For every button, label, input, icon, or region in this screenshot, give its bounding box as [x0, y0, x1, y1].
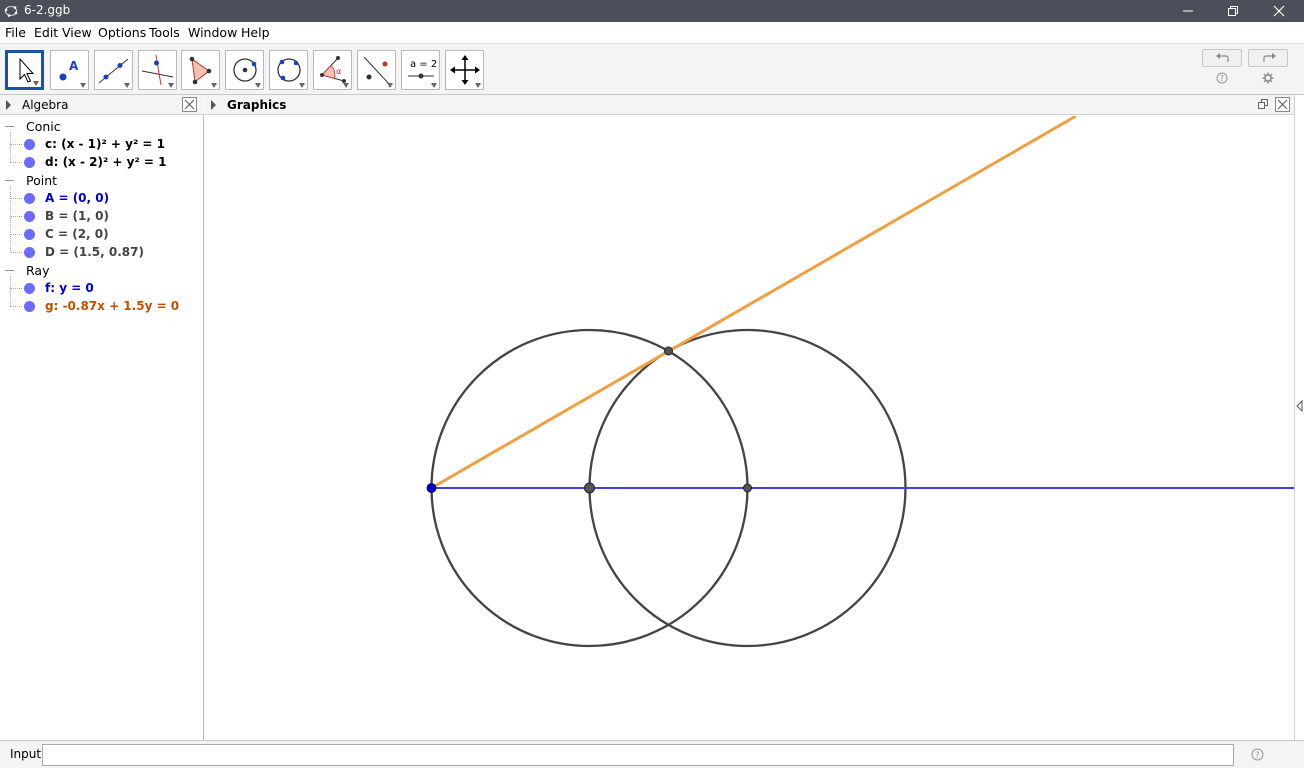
dropdown-triangle-icon: [475, 83, 481, 88]
algebra-title: Algebra: [22, 98, 69, 112]
dropdown-triangle-icon: [80, 83, 86, 88]
graphics-canvas[interactable]: [205, 116, 1294, 740]
category-ray[interactable]: Ray: [26, 263, 49, 278]
point-tool-label: A: [69, 59, 79, 73]
gear-icon[interactable]: [1262, 72, 1274, 84]
circle-center-point-tool[interactable]: [225, 50, 264, 90]
slider-tool[interactable]: a = 2: [401, 50, 440, 90]
collapse-point-icon[interactable]: [5, 180, 14, 181]
algebra-header[interactable]: Algebra: [0, 95, 204, 115]
circle-three-points-tool[interactable]: [269, 50, 308, 90]
visibility-toggle[interactable]: [24, 247, 35, 258]
algebra-item-text: A = (0, 0): [45, 191, 110, 205]
menu-options[interactable]: Options: [98, 25, 146, 40]
slider-tool-label: a = 2: [410, 59, 437, 70]
algebra-item-text: f: y = 0: [45, 281, 94, 295]
undo-icon: [1216, 53, 1229, 62]
dropdown-triangle-icon: [124, 83, 130, 88]
restore-icon: [1228, 6, 1238, 16]
redo-icon: [1263, 53, 1276, 62]
point-a[interactable]: [426, 483, 437, 493]
svg-text:?: ?: [1220, 74, 1224, 83]
reflect-tool[interactable]: [357, 50, 396, 90]
input-field[interactable]: [42, 744, 1234, 766]
algebra-item-text: D = (1.5, 0.87): [45, 245, 144, 259]
close-graphics-button[interactable]: [1275, 97, 1290, 112]
restore-button[interactable]: [1210, 0, 1256, 22]
point-tool[interactable]: A: [50, 50, 89, 90]
visibility-toggle[interactable]: [24, 211, 35, 222]
algebra-item-text: C = (2, 0): [45, 227, 109, 241]
minimize-button[interactable]: [1165, 0, 1211, 22]
visibility-toggle[interactable]: [24, 139, 35, 150]
angle-tool[interactable]: α: [313, 50, 352, 90]
move-tool[interactable]: [5, 50, 44, 90]
title-bar: 6-2.ggb: [0, 0, 1304, 22]
menu-tools[interactable]: Tools: [149, 25, 180, 40]
help-icon[interactable]: ?: [1216, 72, 1228, 84]
window-title: 6-2.ggb: [24, 3, 71, 17]
minimize-icon: [1183, 10, 1193, 12]
expand-arrow-icon[interactable]: [6, 100, 11, 110]
dropdown-triangle-icon: [255, 83, 261, 88]
line-tool[interactable]: [94, 50, 133, 90]
dropdown-triangle-icon: [168, 83, 174, 88]
menu-bar: File Edit View Options Tools Window Help: [0, 22, 1304, 44]
dropdown-triangle-icon: [431, 83, 437, 88]
visibility-toggle[interactable]: [24, 157, 35, 168]
input-bar: Input: ?: [0, 740, 1304, 768]
visibility-toggle[interactable]: [24, 301, 35, 312]
dropdown-triangle-icon: [211, 83, 217, 88]
close-window-button[interactable]: [1256, 0, 1302, 22]
visibility-toggle[interactable]: [24, 229, 35, 240]
menu-view[interactable]: View: [62, 25, 92, 40]
input-label: Input:: [10, 747, 46, 761]
side-panel-strip: [1294, 95, 1304, 740]
close-algebra-button[interactable]: [182, 97, 197, 112]
point-b[interactable]: [584, 482, 595, 494]
graphics-header[interactable]: Graphics: [205, 95, 1294, 115]
menu-edit[interactable]: Edit: [34, 25, 58, 40]
algebra-item-text: B = (1, 0): [45, 209, 109, 223]
visibility-toggle[interactable]: [24, 193, 35, 204]
expand-arrow-icon[interactable]: [211, 100, 216, 110]
algebra-item-text: g: -0.87x + 1.5y = 0: [45, 299, 180, 313]
category-conic[interactable]: Conic: [26, 119, 61, 134]
close-icon: [1273, 5, 1285, 17]
undo-button[interactable]: [1202, 49, 1242, 67]
undock-icon[interactable]: [1258, 99, 1269, 110]
collapse-conic-icon[interactable]: [5, 126, 14, 127]
redo-button[interactable]: [1248, 49, 1288, 67]
dropdown-triangle-icon: [343, 83, 349, 88]
collapse-ray-icon[interactable]: [5, 270, 14, 271]
graphics-title: Graphics: [227, 98, 287, 112]
point-d[interactable]: [664, 346, 673, 356]
menu-help[interactable]: Help: [241, 25, 270, 40]
input-help-icon[interactable]: ?: [1251, 748, 1264, 761]
polygon-tool[interactable]: [181, 50, 220, 90]
algebra-view: Algebra Conic c: (x - 1)² + y² = 1 d: (x…: [0, 95, 204, 740]
collapse-side-arrow-icon[interactable]: [1296, 400, 1304, 412]
svg-text:?: ?: [1255, 751, 1260, 761]
dropdown-triangle-icon: [387, 83, 393, 88]
dropdown-triangle-icon: [299, 83, 305, 88]
menu-file[interactable]: File: [5, 25, 26, 40]
algebra-item-text: d: (x - 2)² + y² = 1: [45, 155, 167, 169]
point-c[interactable]: [743, 483, 752, 493]
menu-window[interactable]: Window: [188, 25, 237, 40]
close-icon: [1277, 99, 1288, 110]
algebra-item-text: c: (x - 1)² + y² = 1: [45, 137, 165, 151]
angle-tool-label: α: [336, 67, 341, 76]
visibility-toggle[interactable]: [24, 283, 35, 294]
ray-g[interactable]: [430, 116, 1077, 490]
move-graphics-tool[interactable]: [445, 50, 484, 90]
perpendicular-tool[interactable]: [138, 50, 177, 90]
geometry-drawing: [426, 116, 1294, 648]
toolbar: A α a = 2 ?: [0, 44, 1304, 95]
geogebra-app-icon: [4, 6, 18, 17]
category-point[interactable]: Point: [26, 173, 57, 188]
dropdown-triangle-icon: [33, 81, 39, 86]
close-icon: [184, 99, 195, 110]
